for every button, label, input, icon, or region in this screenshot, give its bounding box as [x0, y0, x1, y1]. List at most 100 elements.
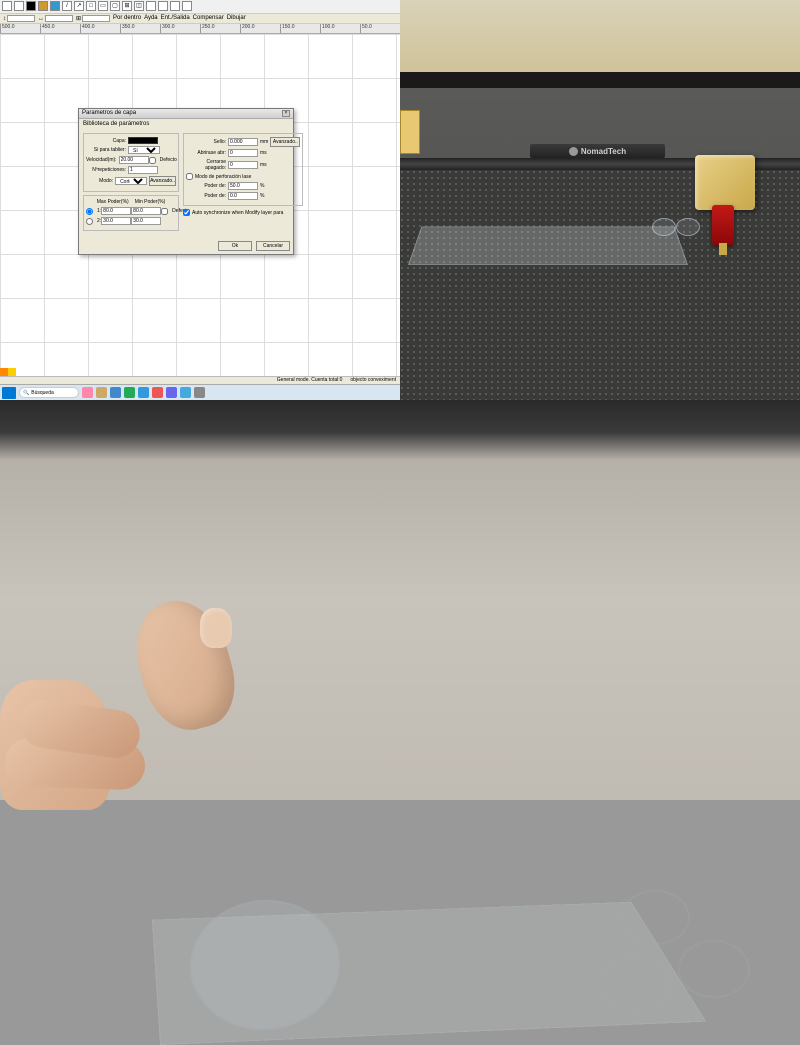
start-button[interactable]	[2, 387, 16, 399]
inp-vel[interactable]	[119, 156, 149, 164]
chk-perf[interactable]	[186, 173, 193, 180]
lbl-minp: Min Poder(%)	[135, 199, 166, 205]
taskbar-icon[interactable]	[82, 387, 93, 398]
sel-modo[interactable]: Corte	[115, 177, 147, 185]
ruler-tick: 150.0	[280, 24, 320, 33]
tool-btn[interactable]: ▢	[110, 1, 120, 11]
btn-avanzado-left[interactable]: Avanzado..	[149, 176, 176, 186]
close-icon[interactable]: ×	[282, 110, 290, 117]
lbl-autosync: Auto synchronize when Modify layer para	[192, 210, 283, 216]
taskbar-icon[interactable]	[194, 387, 205, 398]
result-photo	[0, 400, 800, 800]
acrylic-sheet	[408, 227, 688, 265]
inp-rep[interactable]	[128, 166, 158, 174]
lbl-pd1: Poder de:	[186, 183, 226, 189]
taskbar-icon[interactable]	[110, 387, 121, 398]
chk-def2[interactable]	[161, 208, 168, 215]
tool-group: ↔	[38, 15, 73, 22]
num-input[interactable]	[45, 15, 73, 22]
laser-nozzle	[719, 243, 727, 255]
tool-btn[interactable]: ⊞	[122, 1, 132, 11]
num-input[interactable]	[7, 15, 35, 22]
ruler-tick: 450.0	[40, 24, 80, 33]
status-right: General mode. Cuenta total:0	[277, 377, 343, 384]
taskbar-icon[interactable]	[124, 387, 135, 398]
lbl-sipara: Si para tablier:	[86, 147, 126, 153]
opt-ayda[interactable]: Ayda	[144, 15, 158, 22]
tool-btn[interactable]	[158, 1, 168, 11]
inp-sello[interactable]	[228, 138, 258, 146]
inp-abr[interactable]	[228, 149, 258, 157]
param-group-right: Sello:mmAvanzado.. Abrirase abr:ms Cerra…	[183, 133, 303, 206]
head-bracket	[695, 155, 755, 210]
tool-btn[interactable]	[182, 1, 192, 11]
search-box[interactable]: 🔍Búsqueda	[19, 387, 79, 398]
tool-btn[interactable]	[14, 1, 24, 11]
sel-sipara[interactable]: Sí	[128, 146, 160, 154]
ruler-tick: 500.0	[0, 24, 40, 33]
radio-1[interactable]	[86, 208, 93, 215]
ok-button[interactable]: Ok	[218, 241, 252, 251]
radio-2[interactable]	[86, 218, 93, 225]
tool-group: ⊞	[76, 15, 110, 22]
lbl-modo: Modo:	[86, 178, 113, 184]
opt-compensar[interactable]: Compensar	[193, 15, 224, 22]
tool-btn[interactable]	[2, 1, 12, 11]
dialog-titlebar[interactable]: Parametros de capa ×	[79, 109, 293, 119]
thumbnail	[200, 608, 232, 648]
status-far: objecto conveximent	[350, 377, 396, 384]
inp-cer[interactable]	[228, 161, 258, 169]
power-group: Max Poder(%) Min Poder(%) 1:Defecto 2:	[83, 195, 179, 231]
color-strip[interactable]	[0, 368, 16, 376]
hand	[0, 540, 260, 760]
cut-circle	[652, 218, 676, 236]
lbl-maxp: Max Poder(%)	[97, 199, 129, 205]
tool-btn[interactable]: /	[62, 1, 72, 11]
small-circle	[598, 955, 670, 1013]
lbl-perf: Modo de perforación lase	[195, 174, 251, 180]
brand-plate: NomadTech	[530, 144, 665, 158]
lbl-rep: Nºrepeticiones:	[86, 167, 126, 173]
inp-min1[interactable]	[131, 207, 161, 215]
inp-max1[interactable]	[101, 207, 131, 215]
laser-head	[690, 155, 760, 255]
lbl-capa: Capa:	[86, 138, 126, 144]
btn-avanzado-right[interactable]: Avanzado..	[270, 137, 300, 147]
tool-btn[interactable]: ↗	[74, 1, 84, 11]
lbl-vel: Velocidad(m):	[86, 157, 117, 163]
ruler-tick: 250.0	[200, 24, 240, 33]
taskbar-icon[interactable]	[166, 387, 177, 398]
chk-def1[interactable]	[149, 157, 156, 164]
tool-group: ↕	[3, 15, 35, 22]
brand-logo-icon	[569, 147, 578, 156]
opt-dibujar[interactable]: Dibujar	[227, 15, 246, 22]
inp-max2[interactable]	[101, 217, 131, 225]
taskbar-icon[interactable]	[180, 387, 191, 398]
opt-pordentro[interactable]: Por dentro	[113, 15, 141, 22]
toolbar-icons: / ↗ □ ▭ ▢ ⊞ ◫	[0, 0, 400, 14]
inp-pd2[interactable]	[228, 192, 258, 200]
opt-entsalida[interactable]: Ent./Salida	[161, 15, 190, 22]
inp-min2[interactable]	[131, 217, 161, 225]
tool-btn[interactable]: ▭	[98, 1, 108, 11]
taskbar-icon[interactable]	[152, 387, 163, 398]
lbl-defecto: Defecto	[160, 157, 177, 163]
ruler: 500.0 450.0 400.0 350.0 300.0 250.0 200.…	[0, 24, 400, 34]
taskbar-icon[interactable]	[138, 387, 149, 398]
taskbar-icon[interactable]	[96, 387, 107, 398]
tool-btn[interactable]: ◫	[134, 1, 144, 11]
small-circle	[678, 940, 750, 998]
tool-btn[interactable]	[50, 1, 60, 11]
tool-btn[interactable]	[170, 1, 180, 11]
tool-btn[interactable]	[146, 1, 156, 11]
chk-autosync[interactable]	[183, 209, 190, 216]
tool-btn[interactable]	[26, 1, 36, 11]
inp-pd1[interactable]	[228, 182, 258, 190]
cancel-button[interactable]: Cancelar	[256, 241, 290, 251]
num-input[interactable]	[82, 15, 110, 22]
lbl-pd2: Poder de:	[186, 193, 226, 199]
tool-btn[interactable]	[38, 1, 48, 11]
layer-params-dialog: Parametros de capa × Biblioteca de parám…	[78, 108, 294, 255]
layer-color-swatch[interactable]	[128, 137, 158, 144]
tool-btn[interactable]: □	[86, 1, 96, 11]
